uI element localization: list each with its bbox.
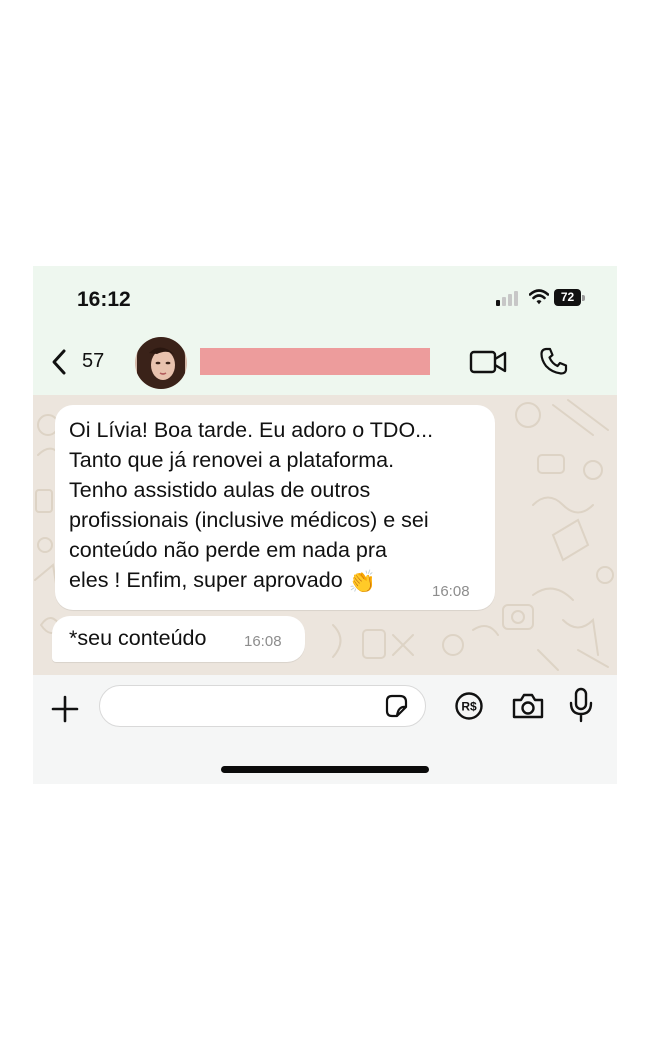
clapping-hands-emoji: 👏 <box>348 569 377 594</box>
plus-icon <box>51 695 79 723</box>
message-area[interactable]: Oi Lívia! Boa tarde. Eu adoro o TDO... T… <box>33 395 617 675</box>
message-bubble[interactable]: *seu conteúdo 16:08 <box>52 616 305 662</box>
status-time: 16:12 <box>77 288 131 311</box>
back-button[interactable]: 57 <box>49 348 113 378</box>
message-bubble[interactable]: Oi Lívia! Boa tarde. Eu adoro o TDO... T… <box>55 405 495 610</box>
message-input-field[interactable] <box>99 685 426 727</box>
video-call-button[interactable] <box>469 347 509 377</box>
phone-icon <box>540 347 568 375</box>
sticker-icon <box>385 694 408 718</box>
contact-name-redacted[interactable] <box>200 348 430 375</box>
message-text: *seu conteúdo <box>69 626 207 650</box>
payment-button[interactable]: R$ <box>454 691 484 721</box>
camera-button[interactable] <box>511 691 545 721</box>
microphone-icon <box>569 687 593 723</box>
message-input[interactable] <box>114 692 378 720</box>
message-timestamp: 16:08 <box>244 633 282 650</box>
unread-count: 57 <box>82 350 105 372</box>
battery-level: 72 <box>554 289 581 306</box>
video-camera-icon <box>469 350 507 374</box>
wifi-icon <box>529 289 549 305</box>
chat-header: 57 <box>33 328 617 395</box>
whatsapp-chat-screen: 16:12 72 57 Oi Lívia! Boa tarde. Eu ador… <box>33 266 617 784</box>
home-indicator[interactable] <box>221 766 429 773</box>
voice-call-button[interactable] <box>538 345 570 377</box>
cellular-signal-icon <box>496 290 520 306</box>
payment-rs-icon: R$ <box>455 692 483 720</box>
message-text: Oi Lívia! Boa tarde. Eu adoro o TDO... T… <box>69 418 434 594</box>
svg-text:R$: R$ <box>461 700 477 714</box>
contact-avatar[interactable] <box>135 337 187 389</box>
sticker-button[interactable] <box>383 693 409 719</box>
attach-button[interactable] <box>50 694 80 724</box>
chevron-left-icon <box>52 349 66 375</box>
composer-bar: R$ <box>33 675 617 784</box>
message-timestamp: 16:08 <box>432 583 470 600</box>
battery-icon: 72 <box>554 289 586 306</box>
voice-message-button[interactable] <box>568 687 594 723</box>
camera-icon <box>512 693 544 719</box>
status-bar: 16:12 72 <box>33 266 617 328</box>
